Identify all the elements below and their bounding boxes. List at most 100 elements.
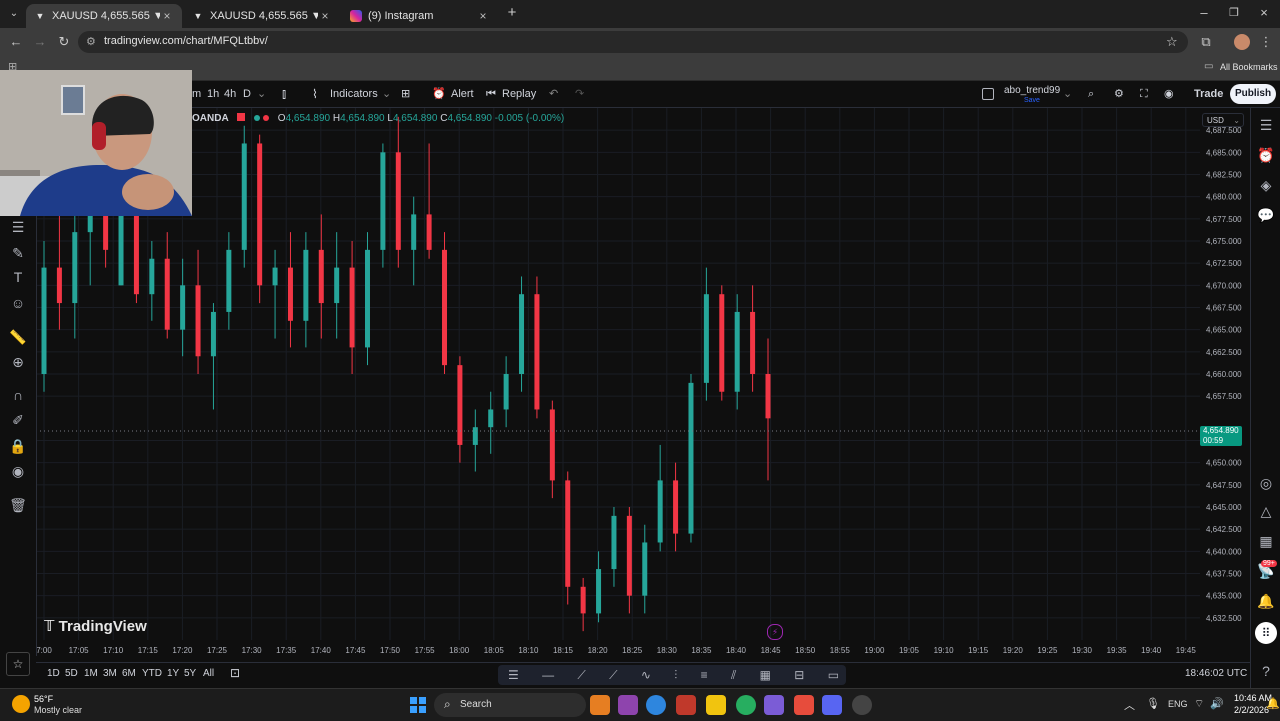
camera-icon[interactable]: ◉ bbox=[1164, 86, 1174, 102]
close-window-icon[interactable]: × bbox=[1256, 5, 1272, 21]
edge-icon[interactable] bbox=[646, 695, 666, 715]
range-ytd[interactable]: YTD bbox=[142, 668, 162, 679]
interval-1h[interactable]: 1h bbox=[207, 86, 219, 102]
alerts-clock-icon[interactable]: ⏰ bbox=[1257, 146, 1275, 164]
browser-tab-1[interactable]: ▼ XAUUSD 4,655.565 ▼ −4.9% a… × bbox=[26, 4, 182, 28]
zoom-icon[interactable]: ⊕ bbox=[9, 353, 27, 371]
copilot-icon[interactable] bbox=[618, 695, 638, 715]
interval-m[interactable]: m bbox=[192, 86, 201, 102]
dota-icon[interactable] bbox=[676, 695, 696, 715]
trash-icon[interactable]: 🗑 bbox=[9, 496, 27, 514]
interval-4h[interactable]: 4h bbox=[224, 86, 236, 102]
currency-selector[interactable]: USD ⌄ bbox=[1202, 113, 1244, 127]
chevron-down-icon[interactable]: ⌄ bbox=[257, 86, 266, 102]
pencil-lock-icon[interactable]: ✐ bbox=[9, 411, 27, 429]
back-icon[interactable]: ← bbox=[8, 34, 24, 50]
goto-date-icon[interactable]: ⊡ bbox=[230, 666, 240, 680]
app-icon-1[interactable] bbox=[590, 695, 610, 715]
target-icon[interactable]: ◎ bbox=[1257, 474, 1275, 492]
notification-bell-icon[interactable]: 🔔 bbox=[1266, 697, 1280, 710]
tab-search-icon[interactable]: ⌄ bbox=[6, 6, 22, 22]
drawing-favorites-bar[interactable]: ☰ — ⟋ ⟋ ∿ ⫶ ≡ ⫽ ▦ ⊟ ▭ ∿ ▦ bbox=[498, 665, 846, 685]
tray-chevron-icon[interactable]: ︿ bbox=[1124, 697, 1135, 713]
browser-tab-3[interactable]: (9) Instagram × bbox=[342, 4, 498, 28]
volume-icon[interactable]: 🔊 bbox=[1210, 697, 1224, 710]
checkbox-icon[interactable] bbox=[982, 88, 994, 100]
candles-icon[interactable]: ⫾ bbox=[282, 86, 286, 102]
close-icon[interactable]: × bbox=[476, 9, 490, 23]
alert-button[interactable]: Alert bbox=[451, 86, 474, 102]
utc-clock[interactable]: 18:46:02 UTC bbox=[1185, 668, 1247, 679]
brave-icon[interactable] bbox=[794, 695, 814, 715]
text-icon[interactable]: T bbox=[9, 268, 27, 286]
layout-grid-icon[interactable]: ⊞ bbox=[401, 86, 410, 102]
brush-icon[interactable]: ✎ bbox=[9, 244, 27, 262]
range-1y[interactable]: 1Y bbox=[167, 668, 179, 679]
chrome-icon[interactable] bbox=[736, 695, 756, 715]
range-all[interactable]: All bbox=[203, 668, 214, 679]
watchlist-icon[interactable]: ☰ bbox=[1257, 116, 1275, 134]
maximize-icon[interactable]: ❐ bbox=[1226, 5, 1242, 21]
magnet-icon[interactable]: ∩ bbox=[9, 386, 27, 404]
chevron-down-icon[interactable]: ⌄ bbox=[382, 86, 391, 102]
price-axis[interactable]: 4,687.5004,685.0004,682.5004,680.0004,67… bbox=[1206, 126, 1242, 623]
fullscreen-icon[interactable]: ⛶ bbox=[1140, 86, 1148, 102]
trade-button[interactable]: Trade bbox=[1194, 86, 1223, 102]
wifi-icon[interactable]: ⌔ bbox=[1194, 697, 1204, 711]
lines-icon[interactable]: ☰ bbox=[9, 218, 27, 236]
apps-grid-icon[interactable]: ⠿ bbox=[1255, 622, 1277, 644]
calendar-icon[interactable]: ▦ bbox=[1257, 532, 1275, 550]
favorites-star-icon[interactable]: ☆ bbox=[6, 652, 30, 676]
indicators-button[interactable]: Indicators bbox=[330, 86, 378, 102]
eye-icon[interactable]: ◉ bbox=[9, 462, 27, 480]
close-icon[interactable]: × bbox=[318, 9, 332, 23]
range-1d[interactable]: 1D bbox=[47, 668, 60, 679]
taskbar-search[interactable]: ⌕ Search bbox=[434, 693, 586, 717]
range-3m[interactable]: 3M bbox=[103, 668, 117, 679]
help-icon[interactable]: ? bbox=[1257, 662, 1275, 680]
extensions-icon[interactable]: ⧉ bbox=[1198, 34, 1214, 50]
profile-avatar[interactable] bbox=[1234, 34, 1250, 50]
ruler-icon[interactable]: 📏 bbox=[9, 328, 27, 346]
redo-icon[interactable]: ↷ bbox=[575, 86, 584, 102]
mic-icon[interactable]: 🎙 bbox=[1146, 697, 1160, 710]
range-5y[interactable]: 5Y bbox=[184, 668, 196, 679]
tradingview-watermark[interactable]: 𝕋 TradingView bbox=[44, 617, 147, 635]
new-tab-button[interactable]: + bbox=[504, 5, 520, 21]
forward-icon[interactable]: → bbox=[32, 34, 48, 50]
range-1m[interactable]: 1M bbox=[84, 668, 98, 679]
range-6m[interactable]: 6M bbox=[122, 668, 136, 679]
chat-icon[interactable]: 💬 bbox=[1257, 206, 1275, 224]
settings-gear-icon[interactable]: ⚙ bbox=[1114, 86, 1124, 102]
layers-icon[interactable]: ◈ bbox=[1257, 176, 1275, 194]
replay-button[interactable]: Replay bbox=[502, 86, 536, 102]
chevron-down-icon[interactable]: ⌄ bbox=[1063, 86, 1072, 102]
menu-icon[interactable]: ⋮ bbox=[1258, 34, 1274, 50]
bookmark-star-icon[interactable]: ☆ bbox=[1166, 34, 1178, 50]
lightning-icon[interactable]: ⚡ bbox=[767, 624, 783, 640]
emoji-icon[interactable]: ☺ bbox=[9, 294, 27, 312]
publish-button[interactable]: Publish bbox=[1230, 84, 1276, 104]
teams-icon[interactable] bbox=[764, 695, 784, 715]
lock-icon[interactable]: 🔒 bbox=[9, 437, 27, 455]
clock-date[interactable]: 2/2/2026 bbox=[1234, 705, 1269, 715]
language-indicator[interactable]: ENG bbox=[1168, 699, 1188, 709]
undo-icon[interactable]: ↶ bbox=[549, 86, 558, 102]
weather-icon[interactable] bbox=[12, 695, 30, 713]
site-info-icon[interactable]: ⚙ bbox=[86, 35, 96, 48]
quick-search-icon[interactable]: ⌕ bbox=[1088, 86, 1094, 102]
file-explorer-icon[interactable] bbox=[706, 695, 726, 715]
app-icon-2[interactable] bbox=[852, 695, 872, 715]
reload-icon[interactable]: ↻ bbox=[56, 34, 72, 50]
interval-d[interactable]: D bbox=[243, 86, 251, 102]
time-axis[interactable]: 7:00 17:05 17:10 17:15 17:20 17:25 17:30 17:35 1… bbox=[36, 646, 1196, 655]
range-5d[interactable]: 5D bbox=[65, 668, 78, 679]
windows-start-icon[interactable] bbox=[410, 697, 426, 713]
all-bookmarks-link[interactable]: All Bookmarks bbox=[1220, 62, 1278, 72]
discord-icon[interactable] bbox=[822, 695, 842, 715]
browser-tab-2[interactable]: ▼ XAUUSD 4,655.565 ▼ −4.9% a… × bbox=[184, 4, 340, 28]
omnibox[interactable]: ⚙ tradingview.com/chart/MFQLtbbv/ ☆ bbox=[78, 31, 1188, 53]
close-icon[interactable]: × bbox=[160, 9, 174, 23]
bell-icon[interactable]: 🔔 bbox=[1257, 592, 1275, 610]
minimize-icon[interactable]: – bbox=[1196, 5, 1212, 21]
